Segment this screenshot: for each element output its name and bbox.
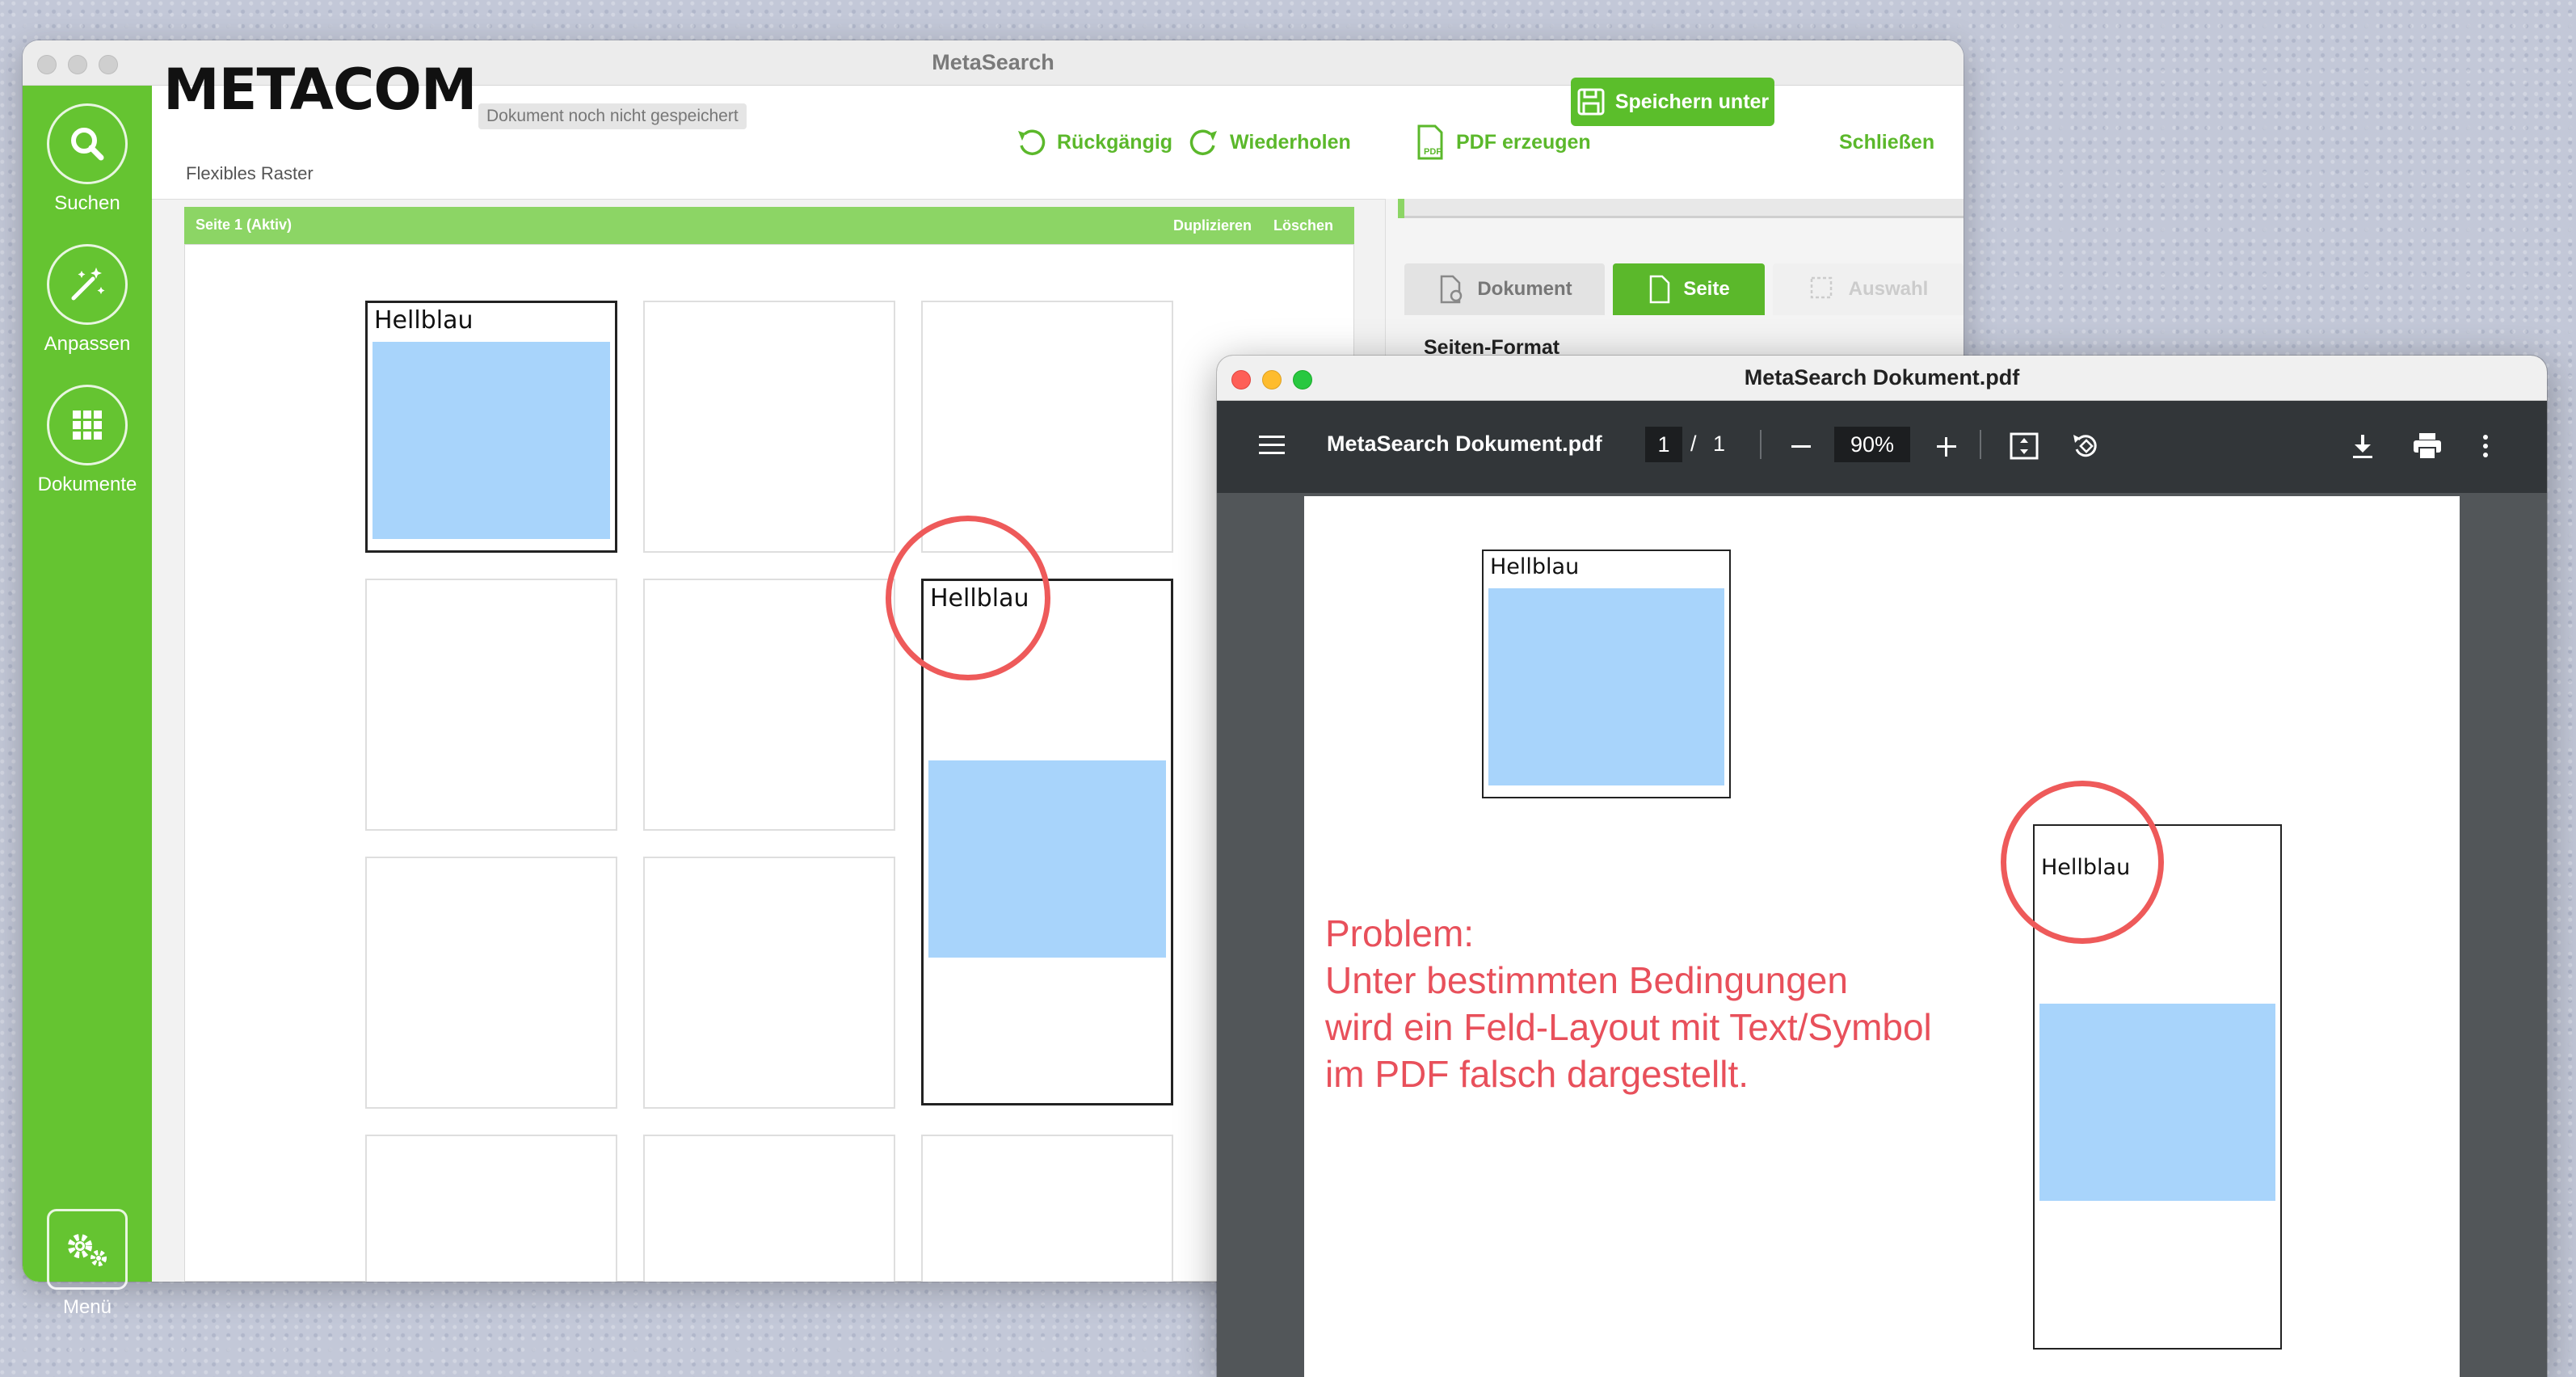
problem-line-4: im PDF falsch dargestellt. xyxy=(1325,1053,1749,1095)
selection-icon xyxy=(1810,276,1832,299)
grid-cell-10[interactable] xyxy=(365,1135,617,1282)
pdf-viewer-window: MetaSearch Dokument.pdf MetaSearch Dokum… xyxy=(1217,356,2547,1377)
page-separator: / xyxy=(1690,432,1697,456)
save-as-label: Speichern unter xyxy=(1614,90,1770,113)
symbol-box xyxy=(928,760,1166,958)
panel-top-strip xyxy=(1398,199,1964,218)
sidebar: Suchen Anpassen Dokumente Menü xyxy=(23,86,152,1318)
annotation-circle xyxy=(886,516,1050,680)
grid-cell-2[interactable] xyxy=(643,301,895,553)
problem-line-1: Problem: xyxy=(1325,912,1475,954)
cell-label: Hellblau xyxy=(374,306,474,335)
window-title: MetaSearch Dokument.pdf xyxy=(1744,365,2020,390)
sidebar-label-adjust: Anpassen xyxy=(44,333,131,355)
download-icon[interactable] xyxy=(2348,432,2377,461)
problem-line-2: Unter bestimmten Bedingungen xyxy=(1325,959,1848,1001)
toolbar-divider xyxy=(1980,430,1981,459)
save-icon xyxy=(1577,88,1605,116)
redo-label: Wiederholen xyxy=(1230,130,1351,154)
magic-wand-icon xyxy=(71,267,105,301)
toolbar-divider xyxy=(1760,430,1762,459)
page-bar-label: Seite 1 (Aktiv) xyxy=(196,217,293,233)
more-vertical-icon[interactable] xyxy=(2479,432,2492,461)
brand-logo: METACOM xyxy=(163,57,478,123)
save-as-button[interactable]: Speichern unter xyxy=(1571,78,1774,126)
grid-cell-12[interactable] xyxy=(921,1135,1173,1282)
delete-page-button[interactable]: Löschen xyxy=(1273,217,1333,234)
grid-icon xyxy=(73,411,102,440)
print-icon[interactable] xyxy=(2411,432,2443,461)
grid-cell-11[interactable] xyxy=(643,1135,895,1282)
pdf-button[interactable]: PDF PDF erzeugen xyxy=(1414,118,1591,166)
page-total: 1 xyxy=(1713,432,1726,456)
tab-document[interactable]: Dokument xyxy=(1404,263,1605,315)
undo-icon xyxy=(1018,129,1046,156)
search-button[interactable] xyxy=(47,103,128,184)
tab-page-label: Seite xyxy=(1683,278,1730,300)
adjust-button[interactable] xyxy=(47,244,128,325)
plus-icon[interactable] xyxy=(1934,435,1959,459)
redo-button[interactable]: Wiederholen xyxy=(1188,118,1351,166)
pdf-toolbar: MetaSearch Dokument.pdf 1 / 1 90% xyxy=(1217,401,2547,493)
tab-selection-label: Auswahl xyxy=(1848,278,1929,300)
undo-button[interactable]: Rückgängig xyxy=(1015,118,1172,166)
undo-label: Rückgängig xyxy=(1057,130,1173,154)
tab-document-label: Dokument xyxy=(1477,278,1572,300)
grid-cell-8[interactable] xyxy=(643,857,895,1109)
redo-icon xyxy=(1189,129,1217,156)
sidebar-label-search: Suchen xyxy=(54,192,120,214)
sidebar-label-menu: Menü xyxy=(62,1296,112,1318)
cell-label: Hellblau xyxy=(1490,554,1580,579)
search-icon xyxy=(71,128,104,161)
pdf-cell-1: Hellblau xyxy=(1482,550,1731,798)
grid-cell-5[interactable] xyxy=(643,579,895,831)
minus-icon[interactable] xyxy=(1789,435,1813,459)
svg-text:PDF: PDF xyxy=(1424,147,1442,157)
close-document-button[interactable]: Schließen xyxy=(1839,118,1934,166)
documents-button[interactable] xyxy=(47,385,128,465)
page-number-input[interactable]: 1 xyxy=(1645,427,1682,462)
panel-strip-accent xyxy=(1398,199,1404,218)
grid-cell-7[interactable] xyxy=(365,857,617,1109)
close-document-label: Schließen xyxy=(1839,130,1935,154)
duplicate-page-button[interactable]: Duplizieren xyxy=(1173,217,1252,234)
pdf-filename: MetaSearch Dokument.pdf xyxy=(1327,432,1602,456)
symbol-box xyxy=(1488,588,1724,785)
pdf-icon: PDF xyxy=(1417,124,1443,160)
grid-cell-4[interactable] xyxy=(365,579,617,831)
tab-selection[interactable]: Auswahl xyxy=(1773,263,1964,315)
document-gear-icon xyxy=(1441,275,1463,304)
fit-page-icon[interactable] xyxy=(2009,432,2039,461)
sidebar-label-documents: Dokumente xyxy=(37,474,137,495)
menu-button[interactable] xyxy=(47,1209,128,1290)
tab-page[interactable]: Seite xyxy=(1613,263,1765,315)
zoom-input[interactable]: 90% xyxy=(1834,427,1910,462)
grid-cell-1[interactable]: Hellblau xyxy=(365,301,617,553)
pdf-label: PDF erzeugen xyxy=(1456,130,1591,154)
menu-icon[interactable] xyxy=(1257,433,1286,457)
window-titlebar[interactable]: MetaSearch Dokument.pdf xyxy=(1217,356,2547,401)
rotate-icon[interactable] xyxy=(2070,430,2102,462)
page-bar: Seite 1 (Aktiv) Duplizieren Löschen xyxy=(184,207,1354,244)
symbol-box xyxy=(2039,1004,2275,1201)
page-icon xyxy=(1650,275,1670,304)
grid-cell-3[interactable] xyxy=(921,301,1173,553)
problem-annotation: Problem: Unter bestimmten Bedingungen wi… xyxy=(1325,910,2036,1097)
gears-icon xyxy=(68,1234,107,1266)
problem-line-3: wird ein Feld-Layout mit Text/Symbol xyxy=(1325,1006,1932,1048)
status-badge: Dokument noch nicht gespeichert xyxy=(478,103,747,129)
layout-subtitle: Flexibles Raster xyxy=(186,163,314,183)
symbol-box xyxy=(373,342,610,539)
